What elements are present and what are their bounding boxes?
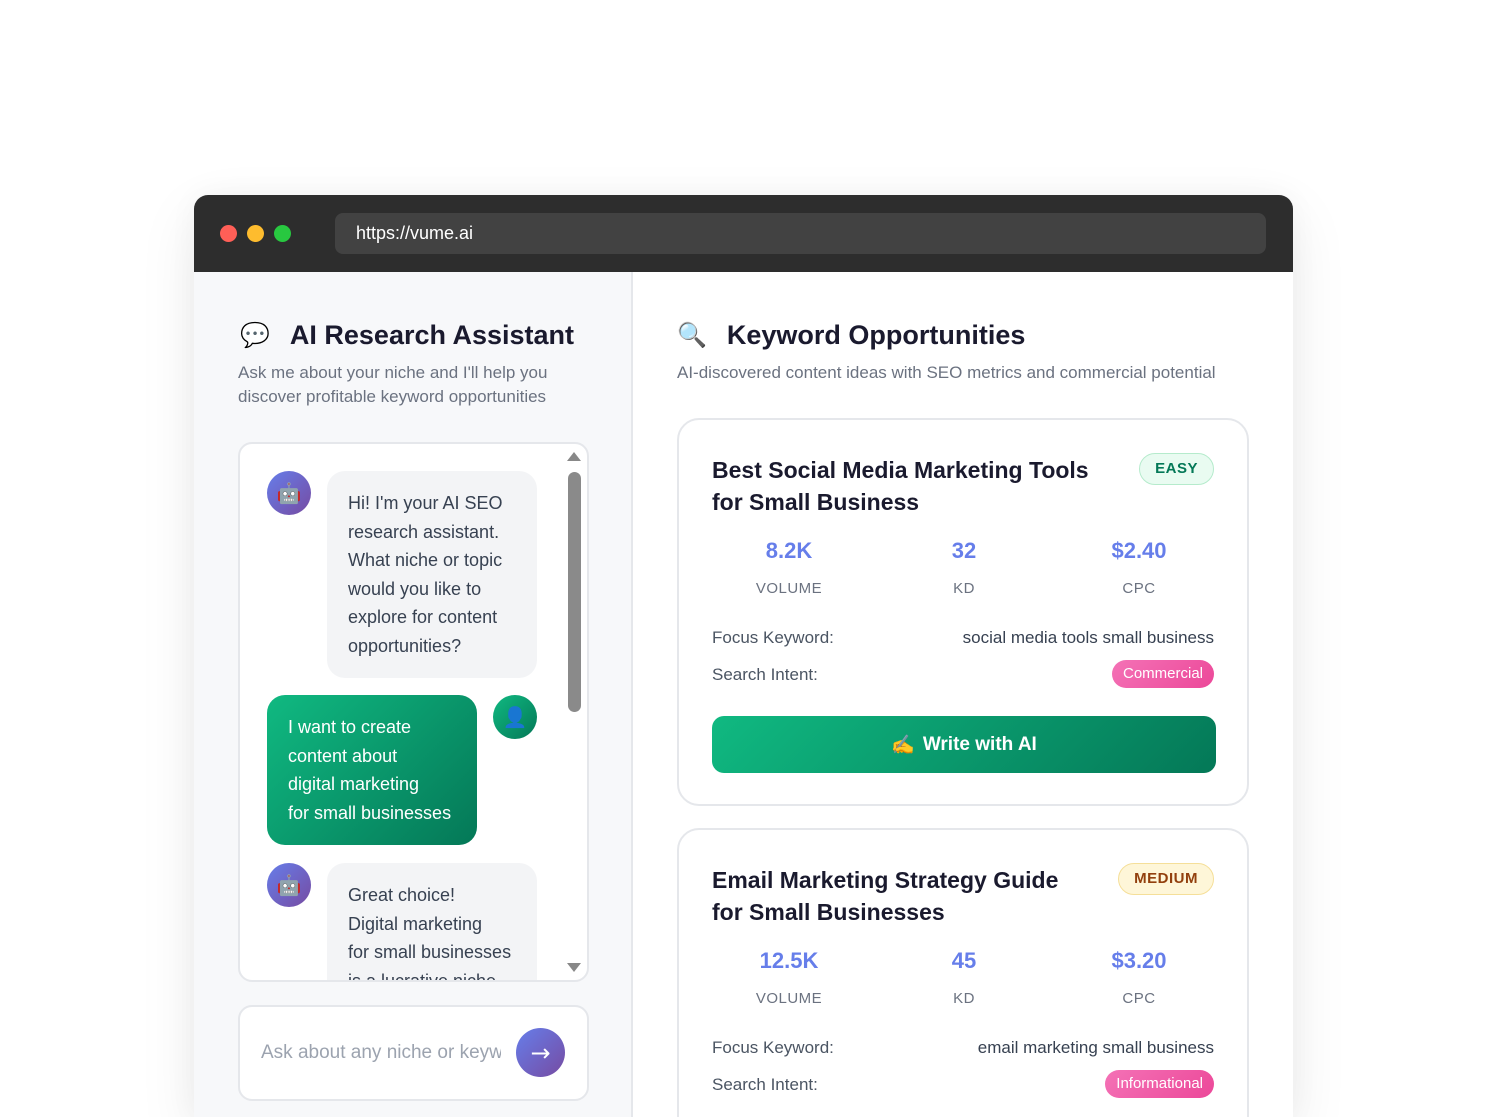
assistant-subtitle-line: Ask me about your niche and I'll help yo…: [238, 363, 548, 382]
difficulty-badge: EASY: [1139, 453, 1214, 485]
message-line: Hi! I'm your AI SEO: [348, 493, 503, 513]
search-intent-label: Search Intent:: [712, 1075, 818, 1094]
user-message: I want to create content about digital m…: [267, 695, 477, 845]
search-intent-badge: Informational: [1105, 1070, 1214, 1098]
volume-value: 12.5K: [759, 948, 819, 973]
cpc-value: $3.20: [1111, 948, 1167, 973]
chat-scrollbar-thumb[interactable]: [568, 472, 581, 712]
volume-metric: 12.5K VOLUME: [709, 948, 869, 1007]
assistant-panel: 💬 AI Research Assistant Ask me about you…: [194, 272, 633, 1117]
keyword-card: Email Marketing Strategy Guide for Small…: [677, 828, 1249, 1117]
user-avatar-icon: 👤: [493, 695, 537, 739]
cpc-metric: $3.20 CPC: [1059, 948, 1219, 1007]
chat-input[interactable]: [261, 1037, 501, 1069]
title-line: for Small Businesses: [712, 899, 945, 925]
title-line: Email Marketing Strategy Guide: [712, 867, 1059, 893]
write-with-ai-button[interactable]: ✍️ Write with AI: [712, 716, 1216, 773]
volume-label: VOLUME: [755, 580, 823, 597]
bot-message: Great choice! Digital marketing for smal…: [327, 863, 537, 982]
send-button[interactable]: →: [516, 1028, 565, 1077]
arrow-right-icon: →: [530, 1038, 551, 1067]
address-bar[interactable]: https://vume.ai: [335, 213, 1266, 254]
message-line: for small businesses: [288, 802, 452, 823]
keywords-title-text: Keyword Opportunities: [726, 320, 1026, 350]
title-line: for Small Business: [712, 489, 920, 515]
speech-bubble-icon: 💬: [240, 322, 270, 349]
scroll-down-arrow-icon[interactable]: [567, 963, 581, 972]
close-window-button[interactable]: [220, 225, 237, 242]
maximize-window-button[interactable]: [274, 225, 291, 242]
app-content: 💬 AI Research Assistant Ask me about you…: [194, 272, 1293, 1117]
message-line: explore for content: [348, 607, 498, 627]
message-line: opportunities?: [348, 635, 462, 656]
message-line: Great choice!: [348, 885, 456, 905]
cpc-label: CPC: [1122, 580, 1156, 597]
kd-value: 45: [951, 948, 977, 973]
cpc-label: CPC: [1122, 990, 1156, 1007]
bot-avatar-icon: 🤖: [267, 471, 311, 515]
message-line: is a lucrative niche: [348, 970, 497, 982]
assistant-title: 💬 AI Research Assistant: [240, 320, 574, 351]
chat-input-container: →: [238, 1005, 589, 1101]
writing-hand-icon: ✍️: [891, 734, 915, 756]
focus-keyword-value: social media tools small business: [962, 628, 1214, 647]
message-line: would you like to: [348, 578, 482, 599]
scroll-up-arrow-icon[interactable]: [567, 452, 581, 461]
keywords-panel: 🔍 Keyword Opportunities AI-discovered co…: [633, 272, 1293, 1117]
cpc-value: $2.40: [1111, 538, 1167, 563]
bot-message: Hi! I'm your AI SEO research assistant. …: [327, 471, 537, 678]
keywords-subtitle: AI-discovered content ideas with SEO met…: [677, 363, 1216, 382]
minimize-window-button[interactable]: [247, 225, 264, 242]
kd-metric: 45 KD: [884, 948, 1044, 1007]
kd-label: KD: [953, 990, 975, 1007]
message-line: digital marketing: [288, 774, 420, 794]
volume-label: VOLUME: [755, 990, 823, 1007]
bot-avatar-icon: 🤖: [267, 863, 311, 907]
keyword-card-title: Best Social Media Marketing Tools for Sm…: [712, 454, 1122, 518]
magnifier-icon: 🔍: [677, 322, 707, 349]
title-line: Best Social Media Marketing Tools: [712, 457, 1089, 483]
kd-metric: 32 KD: [884, 538, 1044, 597]
browser-titlebar: https://vume.ai: [194, 195, 1293, 272]
message-line: research assistant.: [348, 521, 500, 542]
focus-keyword-label: Focus Keyword:: [712, 628, 834, 647]
search-intent-label: Search Intent:: [712, 665, 818, 684]
keyword-card: Best Social Media Marketing Tools for Sm…: [677, 418, 1249, 806]
message-line: for small businesses: [348, 942, 512, 962]
keyword-card-title: Email Marketing Strategy Guide for Small…: [712, 864, 1122, 928]
kd-value: 32: [951, 538, 977, 563]
assistant-subtitle: Ask me about your niche and I'll help yo…: [238, 361, 547, 409]
difficulty-badge: MEDIUM: [1118, 863, 1214, 895]
focus-keyword-label: Focus Keyword:: [712, 1038, 834, 1057]
cpc-metric: $2.40 CPC: [1059, 538, 1219, 597]
message-line: What niche or topic: [348, 550, 503, 570]
kd-label: KD: [953, 580, 975, 597]
chat-messages[interactable]: 🤖 Hi! I'm your AI SEO research assistant…: [238, 442, 589, 982]
message-line: Digital marketing: [348, 913, 483, 934]
volume-value: 8.2K: [765, 538, 813, 563]
keywords-title: 🔍 Keyword Opportunities: [677, 320, 1025, 351]
focus-keyword-value: email marketing small business: [977, 1038, 1214, 1057]
write-button-label: Write with AI: [922, 733, 1037, 755]
volume-metric: 8.2K VOLUME: [709, 538, 869, 597]
message-line: content about: [288, 745, 398, 766]
assistant-subtitle-line: discover profitable keyword opportunitie…: [238, 387, 547, 406]
assistant-title-text: AI Research Assistant: [289, 320, 575, 350]
browser-window: https://vume.ai 💬 AI Research Assistant …: [194, 195, 1293, 1117]
message-line: I want to create: [288, 717, 412, 737]
search-intent-badge: Commercial: [1111, 660, 1214, 688]
